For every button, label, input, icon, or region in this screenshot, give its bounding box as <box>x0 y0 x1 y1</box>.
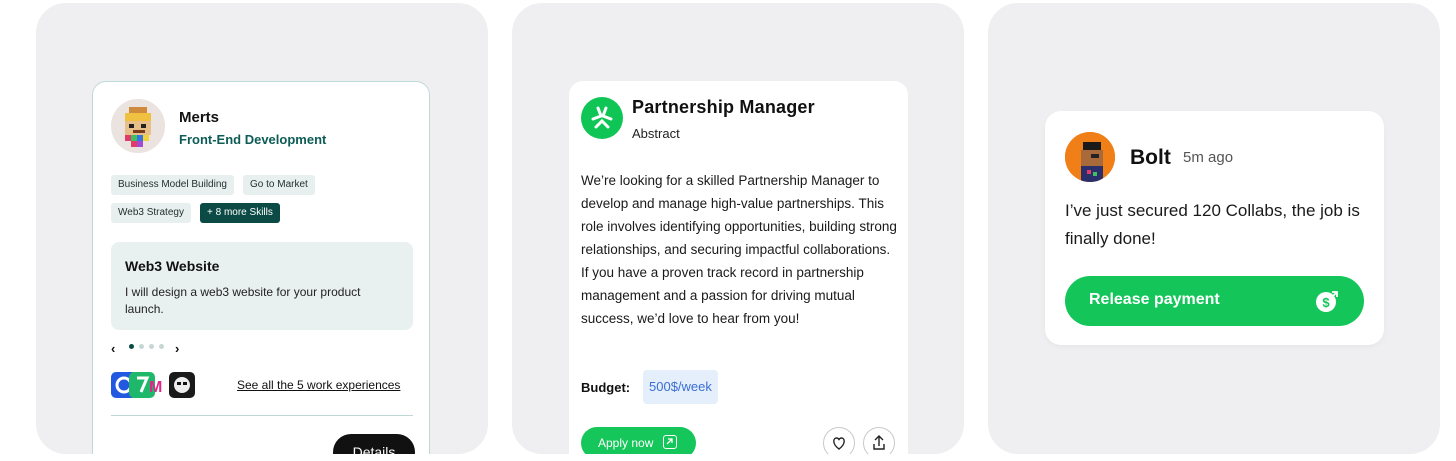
chevron-left-icon[interactable]: ‹ <box>111 341 115 356</box>
message-text: I’ve just secured 120 Collabs, the job i… <box>1065 201 1360 248</box>
avatar <box>1065 132 1115 182</box>
message-card: Bolt 5m ago I’ve just secured 120 Collab… <box>1045 111 1384 345</box>
apply-label: Apply now <box>598 436 654 450</box>
more-skills-button[interactable]: + 8 more Skills <box>200 203 280 223</box>
profile-name: Merts <box>179 109 220 126</box>
profile-panel: Merts Front-End Development Business Mod… <box>36 3 488 454</box>
job-description: We’re looking for a skilled Partnership … <box>581 173 897 326</box>
carousel-dot[interactable] <box>149 344 154 349</box>
job-card: Partnership Manager Abstract We’re looki… <box>569 81 908 454</box>
divider <box>111 415 413 416</box>
sender-name: Bolt <box>1130 146 1171 169</box>
skill-tag[interactable]: Go to Market <box>243 175 315 195</box>
share-icon <box>873 435 885 450</box>
favorite-button[interactable] <box>823 427 855 454</box>
carousel-dot[interactable] <box>139 344 144 349</box>
budget-badge: 500$/week <box>643 370 718 404</box>
company-logo-icon: M <box>149 372 163 398</box>
timestamp: 5m ago <box>1183 149 1234 166</box>
message-panel: Bolt 5m ago I’ve just secured 120 Collab… <box>988 3 1440 454</box>
apply-now-button[interactable]: Apply now <box>581 427 696 454</box>
work-title: Web3 Website <box>125 258 220 274</box>
skill-tag[interactable]: Business Model Building <box>111 175 234 195</box>
job-panel: Partnership Manager Abstract We’re looki… <box>512 3 964 454</box>
carousel-dot[interactable] <box>159 344 164 349</box>
svg-text:M: M <box>149 379 162 396</box>
skill-tag[interactable]: Web3 Strategy <box>111 203 191 223</box>
budget-label: Budget: <box>581 380 631 395</box>
release-payment-button[interactable]: Release payment $ <box>1065 276 1364 326</box>
profile-card: Merts Front-End Development Business Mod… <box>92 81 430 454</box>
avatar <box>111 99 165 153</box>
company-logo-icon <box>169 372 195 398</box>
chevron-right-icon[interactable]: › <box>175 341 179 356</box>
release-label: Release payment <box>1089 291 1220 308</box>
external-link-icon <box>663 435 677 449</box>
heart-icon <box>833 437 845 450</box>
share-button[interactable] <box>863 427 895 454</box>
details-button[interactable]: Details <box>333 434 415 454</box>
see-all-experiences-link[interactable]: See all the 5 work experiences <box>237 378 400 392</box>
company-name: Abstract <box>632 126 680 141</box>
svg-text:$: $ <box>1322 295 1330 310</box>
work-experience-card[interactable]: Web3 Website I will design a web3 websit… <box>111 242 413 330</box>
company-logo-icon <box>581 97 623 139</box>
profile-role: Front-End Development <box>179 132 327 147</box>
dollar-coin-icon: $ <box>1316 291 1338 312</box>
work-description: I will design a web3 website for your pr… <box>125 285 361 316</box>
job-title: Partnership Manager <box>632 97 815 117</box>
carousel-dot-active[interactable] <box>129 344 134 349</box>
